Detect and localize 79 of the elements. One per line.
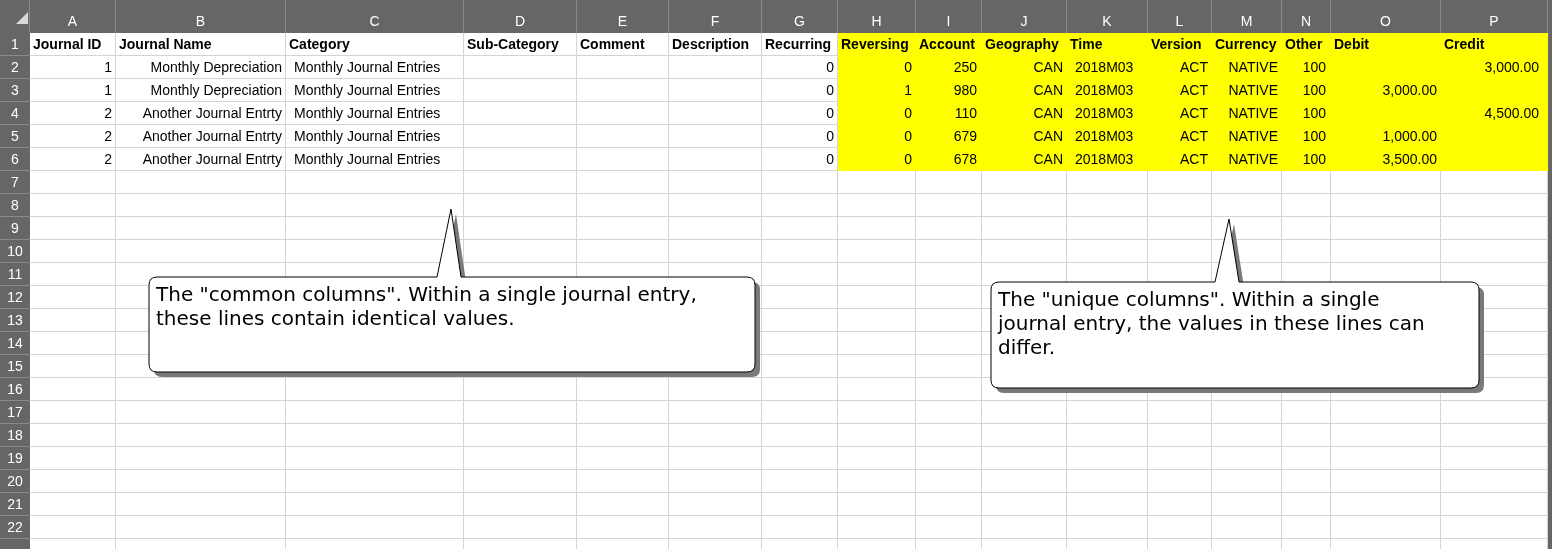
table-cell-text: ACT [1179, 104, 1209, 123]
table-cell: Journal ID [30, 33, 116, 56]
table-cell-text: Other [1284, 35, 1324, 54]
table-cell: 0 [762, 125, 838, 148]
table-cell-text: Debit [1333, 35, 1370, 54]
table-cell-text: 100 [1301, 81, 1327, 100]
table-cell: Another Journal Entrty [116, 125, 286, 148]
table-cell-text: NATIVE [1227, 81, 1279, 100]
table-cell: 0 [762, 79, 838, 102]
table-cell-text: 3,000.00 [1381, 81, 1438, 100]
table-cell-text: Version [1150, 35, 1203, 54]
table-cell-text: Account [918, 35, 976, 54]
table-cell-text: 0 [903, 127, 913, 146]
table-cell: Monthly Journal Entries [286, 125, 464, 148]
table-cell: 2 [30, 148, 116, 171]
callout-text: The "common columns". Within a single journal entry, these lines contain identical values. [156, 282, 698, 330]
table-cell: Monthly Journal Entries [286, 148, 464, 171]
table-cell-text: 3,000.00 [1483, 58, 1540, 77]
table-cell-text: CAN [1032, 81, 1064, 100]
table-cell-text: 0 [903, 150, 913, 169]
table-cell-text: 100 [1301, 127, 1327, 146]
table-cell-text: Currency [1214, 35, 1278, 54]
table-cell-text: NATIVE [1227, 58, 1279, 77]
table-cell: Recurring [762, 33, 838, 56]
table-cell: 0 [762, 56, 838, 79]
table-cell-text: 2018M03 [1074, 58, 1135, 77]
table-cell-text: 110 [953, 104, 978, 123]
table-cell-text: ACT [1179, 127, 1209, 146]
table-cell-text: 1,000.00 [1381, 127, 1438, 146]
table-cell-text: ACT [1179, 81, 1209, 100]
select-all-icon[interactable] [16, 12, 28, 24]
table-cell-text: Reversing [840, 35, 910, 54]
table-cell: 1 [30, 56, 116, 79]
table-cell-text: 4,500.00 [1483, 104, 1540, 123]
table-cell-text: 100 [1301, 104, 1327, 123]
table-cell: 1 [30, 79, 116, 102]
table-cell-text: CAN [1032, 104, 1064, 123]
table-cell: 0 [762, 102, 838, 125]
table-cell-text: 2018M03 [1074, 127, 1135, 146]
table-cell: Monthly Depreciation [116, 56, 286, 79]
table-cell: 0 [762, 148, 838, 171]
table-cell: Journal Name [116, 33, 286, 56]
table-cell-text: 2018M03 [1074, 150, 1135, 169]
table-cell-text: Geography [984, 35, 1060, 54]
table-cell-text: 3,500.00 [1381, 150, 1438, 169]
table-cell: Monthly Journal Entries [286, 56, 464, 79]
table-cell-text: CAN [1032, 150, 1064, 169]
table-cell-text: 2018M03 [1074, 81, 1135, 100]
table-cell-text: Time [1069, 35, 1104, 54]
table-cell-text: 100 [1301, 150, 1327, 169]
table-cell-text: 250 [952, 58, 978, 77]
table-cell: Monthly Depreciation [116, 79, 286, 102]
table-cell-text: NATIVE [1227, 150, 1279, 169]
table-cell-text: NATIVE [1227, 127, 1279, 146]
table-cell-text: Credit [1443, 35, 1486, 54]
table-cell: Monthly Journal Entries [286, 102, 464, 125]
table-cell-text: CAN [1032, 58, 1064, 77]
table-cell-text: 679 [952, 127, 978, 146]
table-cell: Comment [577, 33, 669, 56]
table-cell-text: ACT [1179, 58, 1209, 77]
callout-text: The "unique columns". Within a single journal entry, the values in these lines can differ. [998, 287, 1426, 359]
table-cell-text: 100 [1301, 58, 1327, 77]
table-cell: 2 [30, 125, 116, 148]
table-cell: Monthly Journal Entries [286, 79, 464, 102]
table-cell-text: 1 [903, 81, 913, 100]
table-cell: 2 [30, 102, 116, 125]
table-cell-text: 2018M03 [1074, 104, 1135, 123]
table-cell-text: ACT [1179, 150, 1209, 169]
table-cell: Another Journal Entrty [116, 148, 286, 171]
table-cell: Description [669, 33, 762, 56]
table-cell-text: CAN [1032, 127, 1064, 146]
table-cell-text: 678 [952, 150, 978, 169]
table-cell-text: 980 [952, 81, 978, 100]
table-cell-text: NATIVE [1227, 104, 1279, 123]
table-cell: Another Journal Entrty [116, 102, 286, 125]
table-cell: Sub-Category [464, 33, 577, 56]
table-cell-text: 0 [903, 104, 913, 123]
table-cell-text: 0 [903, 58, 913, 77]
table-cell: Category [286, 33, 464, 56]
